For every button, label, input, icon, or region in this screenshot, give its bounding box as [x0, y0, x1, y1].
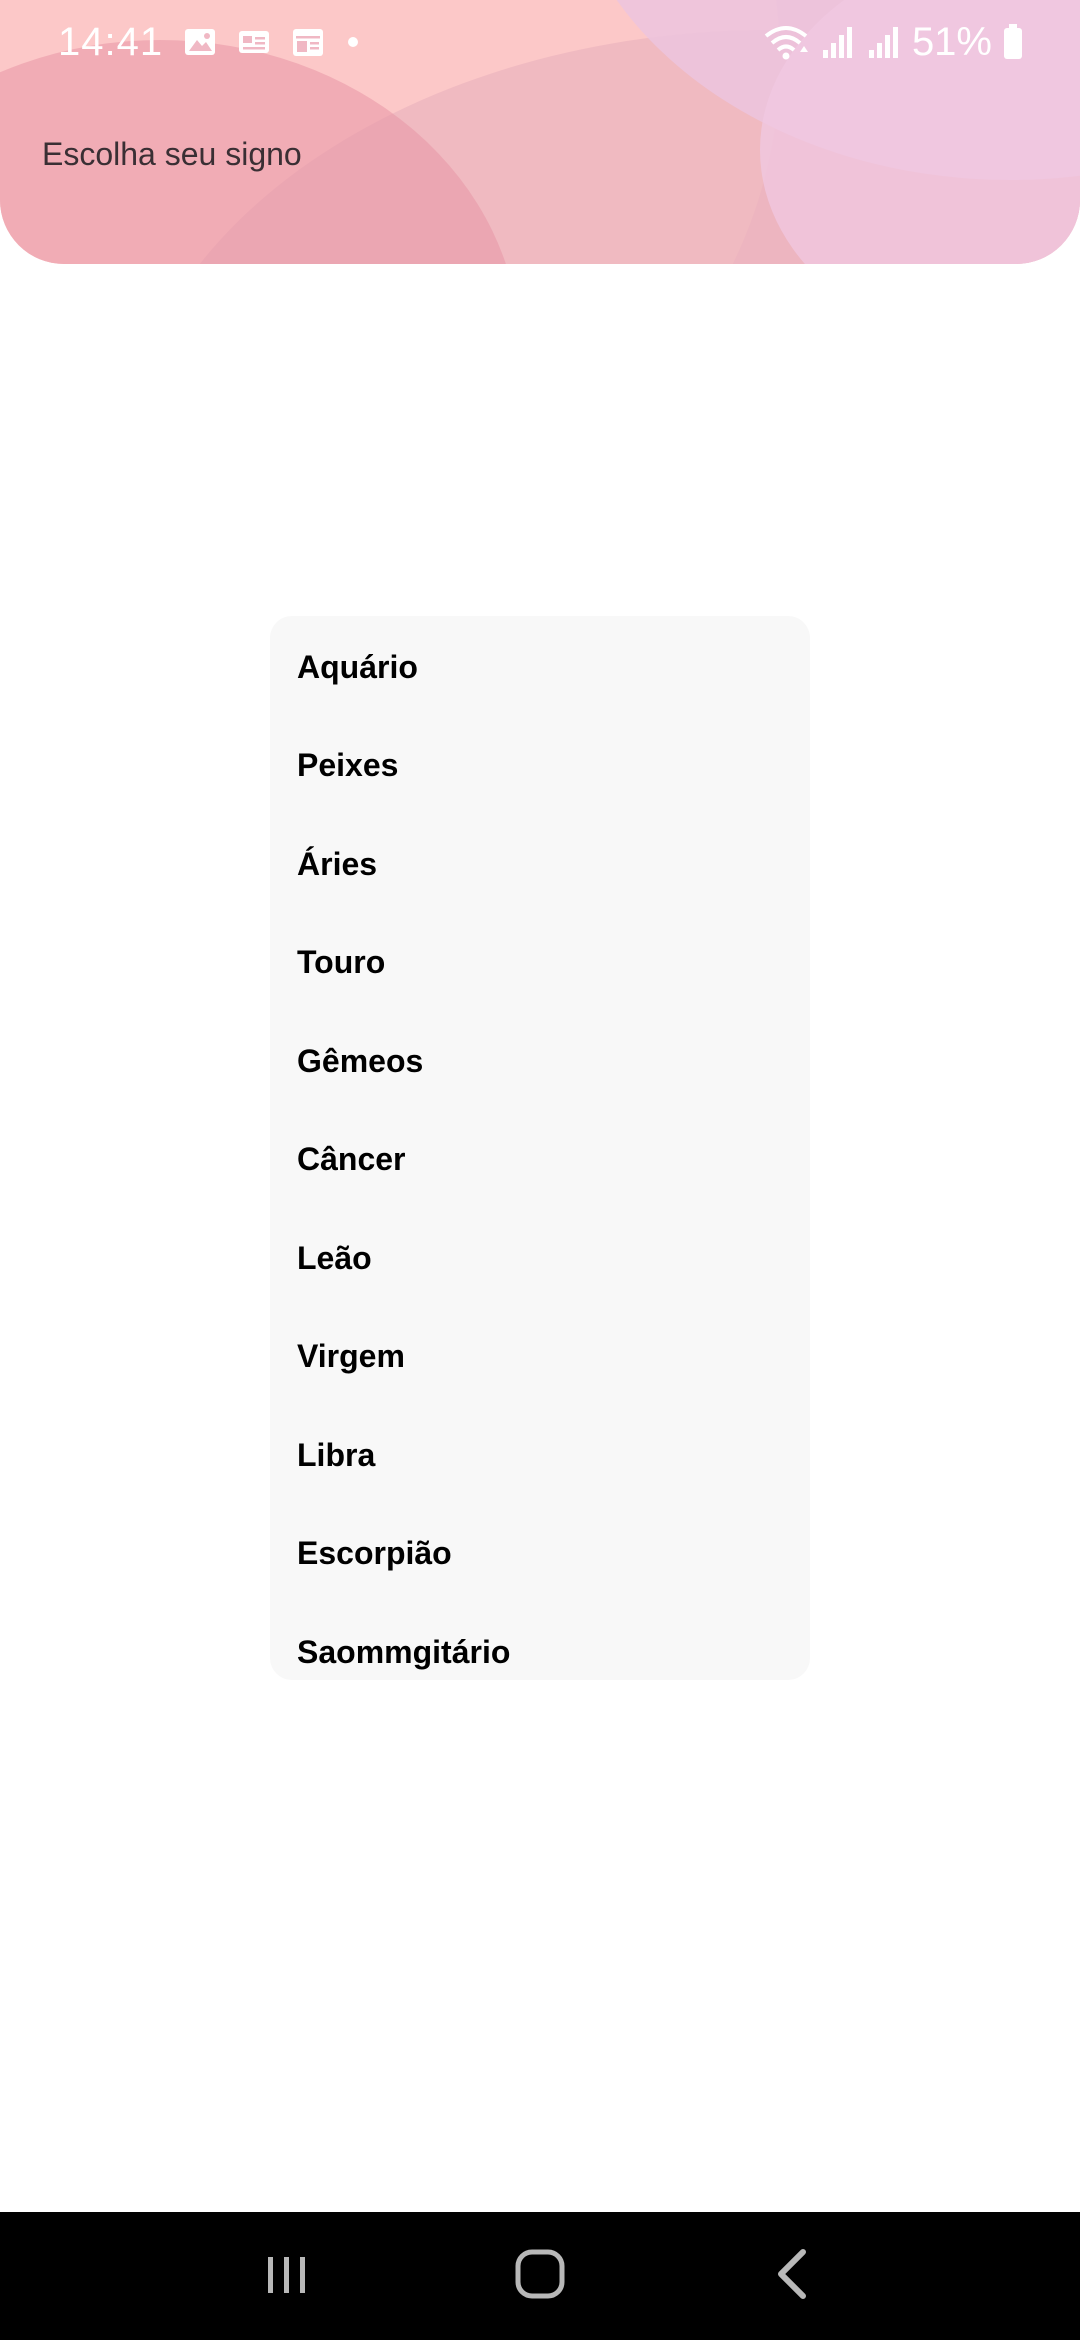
- list-item[interactable]: Peixes: [270, 717, 810, 816]
- list-item[interactable]: Aquário: [270, 618, 810, 717]
- back-button[interactable]: [738, 2221, 848, 2331]
- status-right: 51%: [762, 20, 1024, 65]
- calendar-icon: [291, 26, 325, 58]
- list-item[interactable]: Escorpião: [270, 1505, 810, 1604]
- battery-percentage: 51%: [911, 19, 992, 64]
- recent-apps-button[interactable]: [232, 2221, 342, 2331]
- battery-icon: [1002, 23, 1024, 61]
- list-item[interactable]: Touro: [270, 914, 810, 1013]
- list-item[interactable]: Libra: [270, 1406, 810, 1505]
- header: 14:41 51% Escolha seu signo: [0, 0, 1080, 264]
- status-time: 14:41: [58, 19, 164, 64]
- notification-dot-icon: [345, 34, 361, 50]
- list-item[interactable]: Áries: [270, 815, 810, 914]
- status-bar: 14:41 51%: [0, 0, 1080, 84]
- home-button[interactable]: [485, 2221, 595, 2331]
- signal-icon: [866, 24, 902, 60]
- id-card-icon: [237, 27, 271, 57]
- gallery-icon: [183, 26, 217, 58]
- navigation-bar: [0, 2212, 1080, 2340]
- signal-icon: [820, 24, 856, 60]
- list-item[interactable]: Câncer: [270, 1111, 810, 1210]
- page-title: Escolha seu signo: [42, 136, 302, 172]
- screen: 14:41 51% Escolha seu signo Aquário Peix…: [0, 0, 1080, 2340]
- wifi-icon: [762, 22, 810, 62]
- recent-apps-icon: [262, 2249, 312, 2304]
- list-item[interactable]: Leão: [270, 1209, 810, 1308]
- status-left: 14:41: [58, 20, 361, 65]
- list-item[interactable]: Gêmeos: [270, 1012, 810, 1111]
- list-item[interactable]: Saommgitário: [270, 1603, 810, 1680]
- list-item[interactable]: Virgem: [270, 1308, 810, 1407]
- home-icon: [512, 2246, 568, 2307]
- back-icon: [771, 2246, 815, 2307]
- sign-list[interactable]: Aquário Peixes Áries Touro Gêmeos Câncer…: [270, 616, 810, 1680]
